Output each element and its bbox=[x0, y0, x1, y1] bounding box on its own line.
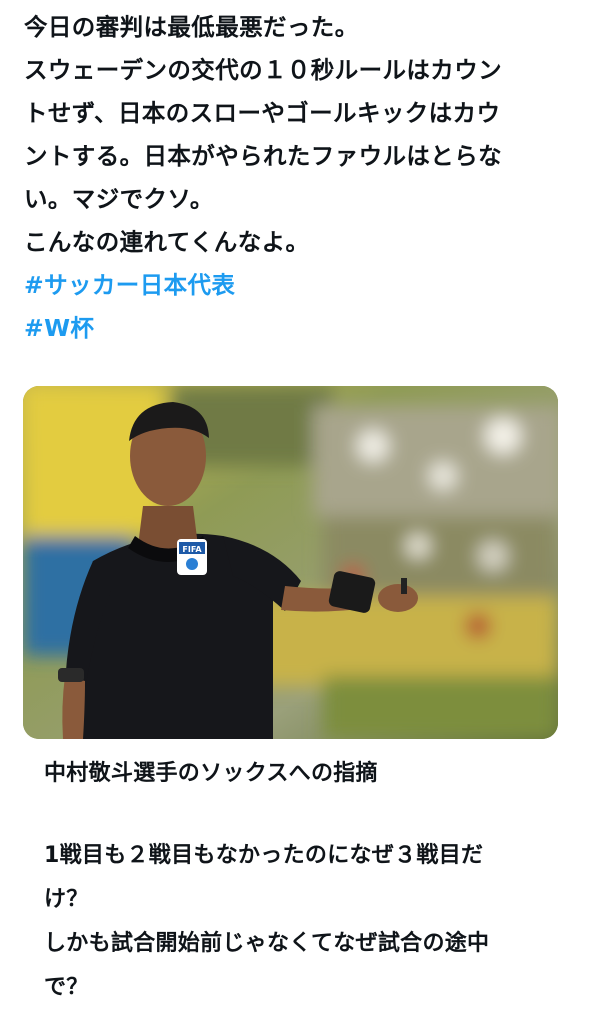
tweet-line: スウェーデンの交代の１０秒ルールはカウン bbox=[24, 56, 502, 84]
quote-line: しかも試合開始前じゃなくてなぜ試合の途中 bbox=[44, 931, 490, 956]
referee-photo: FIFA bbox=[23, 386, 558, 739]
quoted-text: 中村敬斗選手のソックスへの指摘 1戦目も２戦目もなかったのになぜ３戦目だ け？ … bbox=[44, 752, 584, 1010]
tweet-text: 今日の審判は最低最悪だった。 スウェーデンの交代の１０秒ルールはカウン トせず、… bbox=[24, 6, 584, 350]
hashtag-link-world-cup[interactable]: #W杯 bbox=[24, 307, 584, 350]
tweet-line: 今日の審判は最低最悪だった。 bbox=[24, 13, 359, 41]
quote-line: 1戦目も２戦目もなかったのになぜ３戦目だ bbox=[44, 843, 484, 868]
tweet-line: ントする。日本がやられたファウルはとらな bbox=[24, 142, 502, 170]
tweet-line: トせず、日本のスローやゴールキックはカウ bbox=[24, 99, 501, 127]
quote-line: で？ bbox=[44, 975, 89, 1000]
quote-line: け？ bbox=[44, 887, 89, 912]
tweet-media-image[interactable]: FIFA bbox=[23, 386, 558, 739]
hashtag-link-japan-national-team[interactable]: #サッカー日本代表 bbox=[24, 264, 584, 307]
fifa-badge-text: FIFA bbox=[182, 545, 202, 554]
tweet-line: こんなの連れてくんなよ。 bbox=[24, 228, 310, 256]
tweet-line: い。マジでクソ。 bbox=[24, 185, 214, 213]
quote-title: 中村敬斗選手のソックスへの指摘 bbox=[44, 761, 378, 786]
quote-spacer bbox=[44, 796, 584, 834]
